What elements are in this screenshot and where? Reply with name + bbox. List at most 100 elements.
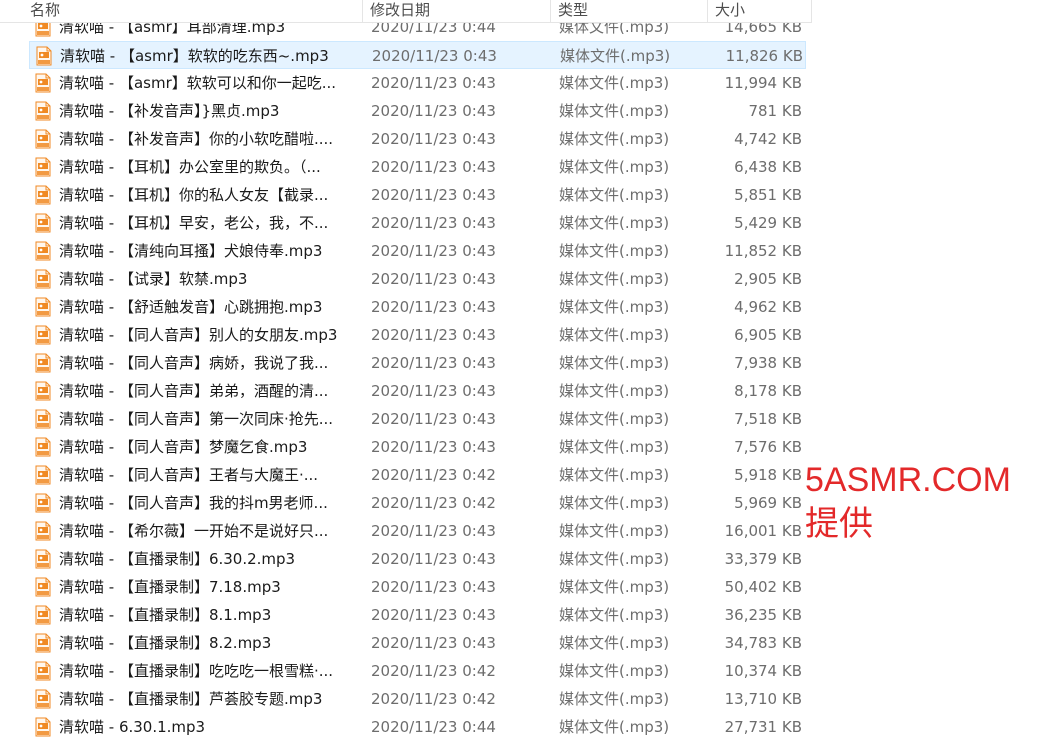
file-modified-date: 2020/11/23 0:42	[371, 494, 496, 512]
mp3-file-icon	[35, 633, 51, 653]
mp3-file-icon	[35, 437, 51, 457]
mp3-file-icon	[35, 381, 51, 401]
mp3-file-icon	[35, 213, 51, 233]
file-list: 清软喵 - 【asmr】耳部清理.mp3 2020/11/23 0:44 媒体文件(…	[0, 0, 812, 755]
file-modified-date: 2020/11/23 0:42	[371, 690, 496, 708]
mp3-file-icon	[35, 241, 51, 261]
column-header-date[interactable]: 修改日期	[363, 0, 551, 22]
mp3-file-icon	[35, 353, 51, 373]
file-size: 11,994 KB	[724, 74, 802, 92]
file-modified-date: 2020/11/23 0:43	[371, 298, 496, 316]
file-name: 清软喵 - 【直播录制】8.2.mp3	[59, 634, 272, 652]
file-row[interactable]: 清软喵 - 【直播录制】吃吃吃一根雪糕·... 2020/11/23 0:42 媒体…	[29, 657, 806, 685]
file-row[interactable]: 清软喵 - 【直播录制】7.18.mp3 2020/11/23 0:43 媒体文件(…	[29, 573, 806, 601]
mp3-file-icon	[35, 325, 51, 345]
file-modified-date: 2020/11/23 0:43	[371, 214, 496, 232]
file-modified-date: 2020/11/23 0:43	[371, 130, 496, 148]
watermark-line2: 提供	[805, 505, 873, 543]
file-row[interactable]: 清软喵 - 【耳机】早安，老公，我，不... 2020/11/23 0:43 媒体文…	[29, 209, 806, 237]
file-modified-date: 2020/11/23 0:43	[371, 634, 496, 652]
file-modified-date: 2020/11/23 0:43	[371, 438, 496, 456]
file-row[interactable]: 清软喵 - 【asmr】软软的吃东西~.mp3 2020/11/23 0:43 媒体…	[29, 41, 806, 69]
file-size: 781 KB	[748, 102, 802, 120]
file-name: 清软喵 - 【耳机】办公室里的欺负。（...	[59, 158, 321, 176]
file-size: 7,938 KB	[734, 354, 802, 372]
file-size: 27,731 KB	[724, 718, 802, 736]
mp3-file-icon	[35, 605, 51, 625]
file-modified-date: 2020/11/23 0:43	[371, 242, 496, 260]
file-modified-date: 2020/11/23 0:43	[372, 47, 497, 65]
file-name: 清软喵 - 【舒适触发音】心跳拥抱.mp3	[59, 298, 323, 316]
mp3-file-icon	[35, 661, 51, 681]
file-modified-date: 2020/11/23 0:43	[371, 158, 496, 176]
file-size: 11,826 KB	[725, 47, 803, 65]
file-row[interactable]: 清软喵 - 【直播录制】8.1.mp3 2020/11/23 0:43 媒体文件(.…	[29, 601, 806, 629]
file-row[interactable]: 清软喵 - 【舒适触发音】心跳拥抱.mp3 2020/11/23 0:43 媒体文件…	[29, 293, 806, 321]
watermark-line1: 5ASMR.COM	[805, 461, 1011, 499]
file-name: 清软喵 - 【直播录制】吃吃吃一根雪糕·...	[59, 662, 334, 680]
file-size: 5,918 KB	[734, 466, 802, 484]
file-modified-date: 2020/11/23 0:42	[371, 466, 496, 484]
file-row[interactable]: 清软喵 - 6.30.1.mp3 2020/11/23 0:44 媒体文件(.mp3…	[29, 713, 806, 741]
file-size: 4,962 KB	[734, 298, 802, 316]
file-name: 清软喵 - 【直播录制】8.1.mp3	[59, 606, 272, 624]
mp3-file-icon	[35, 465, 51, 485]
file-size: 36,235 KB	[724, 606, 802, 624]
column-header-type[interactable]: 类型	[551, 0, 708, 22]
file-modified-date: 2020/11/23 0:44	[371, 718, 496, 736]
file-size: 8,178 KB	[734, 382, 802, 400]
file-size: 5,429 KB	[734, 214, 802, 232]
file-modified-date: 2020/11/23 0:43	[371, 186, 496, 204]
file-row[interactable]: 清软喵 - 【同人音声】病娇，我说了我... 2020/11/23 0:43 媒体文…	[29, 349, 806, 377]
file-name: 清软喵 - 【耳机】早安，老公，我，不...	[59, 214, 329, 232]
file-size: 6,905 KB	[734, 326, 802, 344]
column-header-name[interactable]: 名称	[23, 0, 363, 22]
file-row[interactable]: 清软喵 - 【补发音声】你的小软吃醋啦.... 2020/11/23 0:43 媒体…	[29, 125, 806, 153]
file-modified-date: 2020/11/23 0:43	[371, 522, 496, 540]
file-row[interactable]: 清软喵 - 【同人音声】第一次同床·抢先... 2020/11/23 0:43 媒体…	[29, 405, 806, 433]
file-name: 清软喵 - 【直播录制】6.30.2.mp3	[59, 550, 296, 568]
file-row[interactable]: 清软喵 - 【耳机】你的私人女友【截录... 2020/11/23 0:43 媒体文…	[29, 181, 806, 209]
file-size: 5,851 KB	[734, 186, 802, 204]
file-row[interactable]: 清软喵 - 【asmr】软软可以和你一起吃... 2020/11/23 0:43 媒…	[29, 69, 806, 97]
file-row[interactable]: 清软喵 - 【清纯向耳搔】犬娘侍奉.mp3 2020/11/23 0:43 媒体文件…	[29, 237, 806, 265]
file-size: 11,852 KB	[724, 242, 802, 260]
file-name: 清软喵 - 【补发音声】你的小软吃醋啦....	[59, 130, 334, 148]
file-size: 33,379 KB	[724, 550, 802, 568]
file-name: 清软喵 - 【asmr】软软可以和你一起吃...	[59, 74, 337, 92]
file-name: 清软喵 - 6.30.1.mp3	[59, 718, 206, 736]
file-row[interactable]: 清软喵 - 【补发音声】}黑贞.mp3 2020/11/23 0:43 媒体文件(.…	[29, 97, 806, 125]
file-modified-date: 2020/11/23 0:43	[371, 550, 496, 568]
file-modified-date: 2020/11/23 0:43	[371, 74, 496, 92]
file-row[interactable]: 清软喵 - 【同人音声】王者与大魔王·... 2020/11/23 0:42 媒体文…	[29, 461, 806, 489]
mp3-file-icon	[35, 549, 51, 569]
file-row[interactable]: 清软喵 - 【试录】软禁.mp3 2020/11/23 0:43 媒体文件(.mp3…	[29, 265, 806, 293]
file-name: 清软喵 - 【同人音声】病娇，我说了我...	[59, 354, 329, 372]
file-row[interactable]: 清软喵 - 【直播录制】8.2.mp3 2020/11/23 0:43 媒体文件(.…	[29, 629, 806, 657]
file-size: 16,001 KB	[724, 522, 802, 540]
mp3-file-icon	[35, 101, 51, 121]
file-modified-date: 2020/11/23 0:42	[371, 662, 496, 680]
file-name: 清软喵 - 【补发音声】}黑贞.mp3	[59, 102, 280, 120]
mp3-file-icon	[35, 129, 51, 149]
file-row[interactable]: 清软喵 - 【耳机】办公室里的欺负。（... 2020/11/23 0:43 媒体文…	[29, 153, 806, 181]
file-size: 5,969 KB	[734, 494, 802, 512]
file-row[interactable]: 清软喵 - 【同人音声】梦魔乞食.mp3 2020/11/23 0:43 媒体文件(…	[29, 433, 806, 461]
file-name: 清软喵 - 【同人音声】弟弟，酒醒的清...	[59, 382, 329, 400]
file-row[interactable]: 清软喵 - 【同人音声】我的抖m男老师... 2020/11/23 0:42 媒体文…	[29, 489, 806, 517]
column-header-size[interactable]: 大小	[708, 0, 812, 22]
file-size: 50,402 KB	[724, 578, 802, 596]
file-row[interactable]: 清软喵 - 【同人音声】弟弟，酒醒的清... 2020/11/23 0:43 媒体文…	[29, 377, 806, 405]
mp3-file-icon	[35, 73, 51, 93]
file-modified-date: 2020/11/23 0:43	[371, 326, 496, 344]
file-name: 清软喵 - 【同人音声】王者与大魔王·...	[59, 466, 319, 484]
file-row[interactable]: 清软喵 - 【希尔薇】一开始不是说好只... 2020/11/23 0:43 媒体文…	[29, 517, 806, 545]
file-row[interactable]: 清软喵 - 【同人音声】别人的女朋友.mp3 2020/11/23 0:43 媒体文…	[29, 321, 806, 349]
file-row[interactable]: 清软喵 - 【直播录制】6.30.2.mp3 2020/11/23 0:43 媒体文…	[29, 545, 806, 573]
mp3-file-icon	[35, 521, 51, 541]
file-name: 清软喵 - 【同人音声】梦魔乞食.mp3	[59, 438, 308, 456]
file-row[interactable]: 清软喵 - 【直播录制】芦荟胶专题.mp3 2020/11/23 0:42 媒体文件…	[29, 685, 806, 713]
file-modified-date: 2020/11/23 0:43	[371, 578, 496, 596]
file-modified-date: 2020/11/23 0:43	[371, 354, 496, 372]
file-size: 13,710 KB	[724, 690, 802, 708]
